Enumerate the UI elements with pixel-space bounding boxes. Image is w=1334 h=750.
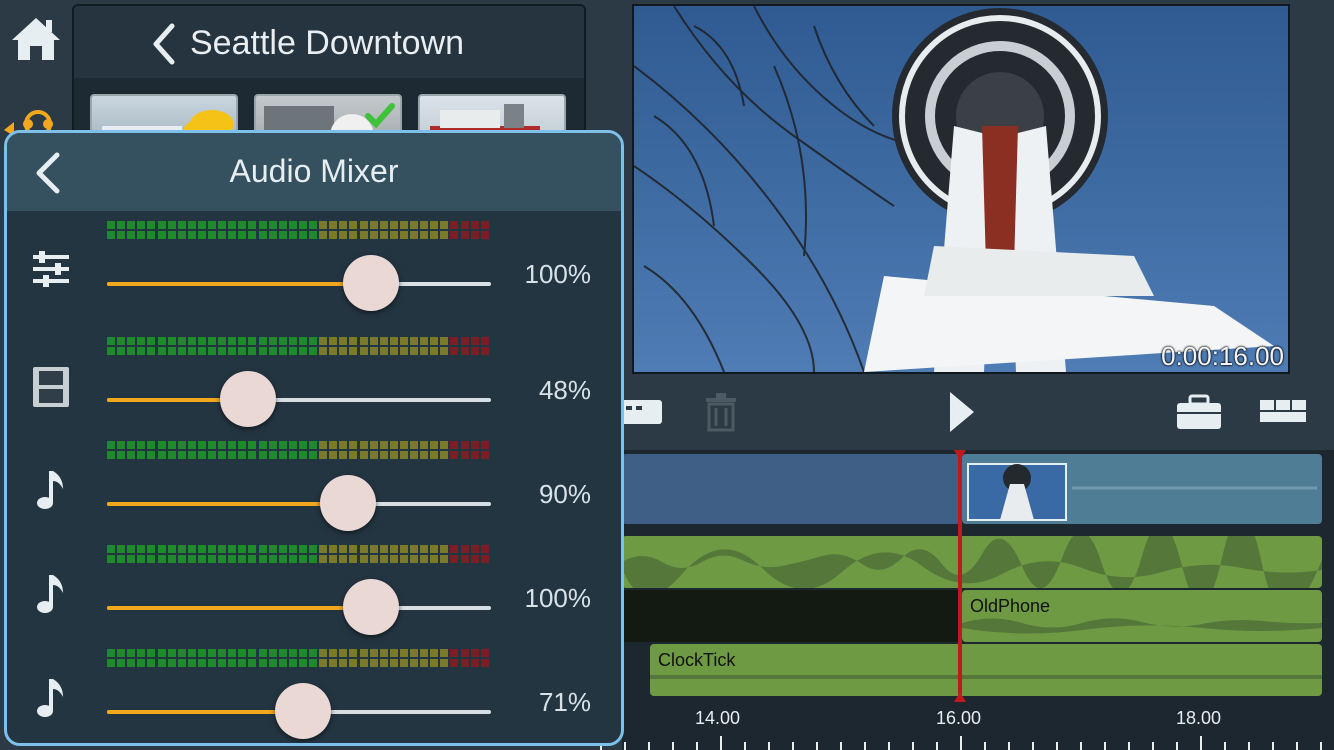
level-meter	[107, 649, 491, 667]
volume-slider-track[interactable]	[107, 398, 491, 402]
music-note-icon	[29, 469, 73, 513]
play-icon[interactable]	[948, 390, 976, 434]
ruler-label: 14.00	[695, 708, 741, 728]
library-title: Seattle Downtown	[190, 24, 465, 62]
trash-icon[interactable]	[704, 392, 738, 432]
ruler-ticks	[600, 736, 1322, 750]
volume-percent: 100%	[524, 259, 592, 289]
mixer-channel: 100%	[7, 221, 621, 321]
storyboard-icon[interactable]	[1260, 400, 1308, 424]
mixer-channel: 71%	[7, 649, 621, 743]
toolbox-icon[interactable]	[1176, 394, 1222, 430]
ruler-label: 18.00	[1176, 708, 1222, 728]
video-track-clip[interactable]	[622, 454, 960, 524]
level-meter	[107, 337, 491, 355]
playhead[interactable]	[952, 450, 968, 702]
mixer-channel: 90%	[7, 441, 621, 541]
mixer-sliders-icon	[29, 249, 73, 293]
volume-slider-track[interactable]	[107, 502, 491, 506]
audio-track-clip[interactable]	[622, 536, 1322, 588]
mixer-title: Audio Mixer	[229, 153, 399, 189]
volume-slider-knob[interactable]	[274, 683, 331, 739]
video-track-clip[interactable]	[962, 454, 1322, 524]
mixer-back-chevron-icon[interactable]	[33, 151, 63, 195]
music-note-icon	[29, 677, 73, 721]
film-strip-icon	[29, 365, 73, 409]
audio-clip-oldphone[interactable]: OldPhone	[962, 590, 1322, 642]
music-note-icon	[29, 573, 73, 617]
mixer-channel: 48%	[7, 337, 621, 437]
volume-slider-knob[interactable]	[220, 371, 277, 427]
mixer-channel: 100%	[7, 545, 621, 645]
split-clip-icon[interactable]	[620, 396, 664, 428]
volume-slider-track[interactable]	[107, 282, 491, 286]
editor-toolbar	[620, 378, 1334, 446]
volume-percent: 90%	[538, 479, 591, 509]
volume-percent: 71%	[538, 687, 591, 717]
level-meter	[107, 221, 491, 239]
audio-waveform	[622, 536, 1322, 588]
video-clip-thumbnail	[967, 463, 1317, 521]
timecode-display: 0:00:16.00	[1161, 341, 1284, 371]
timeline-ruler[interactable]: 14.00 16.00 18.00	[600, 700, 1334, 750]
volume-percent: 48%	[538, 375, 591, 405]
level-meter	[107, 545, 491, 563]
space-needle-preview-image	[634, 6, 1288, 372]
volume-slider-track[interactable]	[107, 606, 491, 610]
empty-audio-track	[622, 590, 960, 642]
home-icon[interactable]	[10, 14, 62, 62]
volume-percent: 100%	[524, 583, 592, 613]
audio-mixer-panel: Audio Mixer 100% 48% 90% 100% 71%	[4, 130, 624, 746]
volume-slider-knob[interactable]	[343, 579, 400, 635]
library-back-chevron-icon[interactable]	[150, 22, 178, 66]
ruler-label: 16.00	[936, 708, 982, 728]
volume-slider-knob[interactable]	[319, 475, 376, 531]
audio-clip-clocktick[interactable]: ClockTick	[650, 644, 1322, 696]
level-meter	[107, 441, 491, 459]
video-preview[interactable]: 0:00:16.00	[632, 4, 1290, 374]
volume-slider-knob[interactable]	[343, 255, 400, 311]
